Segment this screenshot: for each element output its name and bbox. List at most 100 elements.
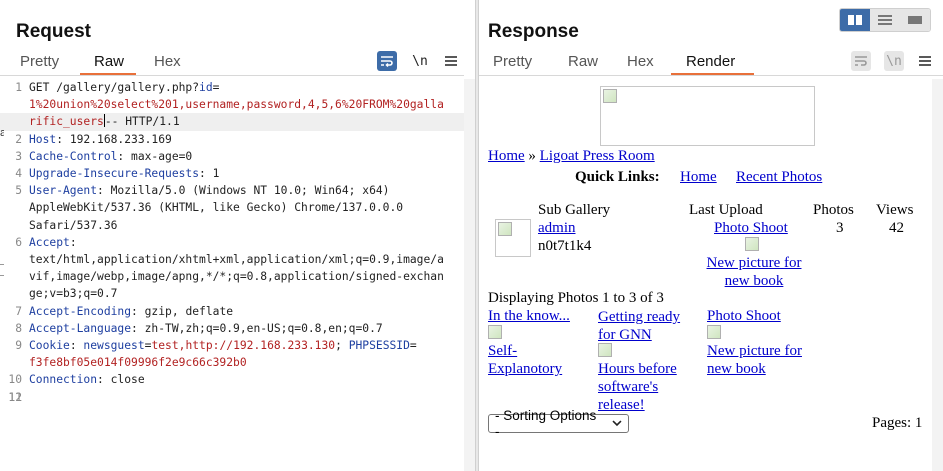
banner-image-broken xyxy=(600,86,815,146)
response-menu-button[interactable] xyxy=(915,51,935,71)
chevron-down-icon xyxy=(612,420,622,427)
plain-token: ge;v=b3;q=0.7 xyxy=(29,287,118,301)
layout-split-horizontal-button[interactable] xyxy=(840,9,870,31)
quick-link-home[interactable]: Home xyxy=(680,169,717,186)
header-last-upload: Last Upload xyxy=(689,202,763,218)
single-pane-icon xyxy=(908,16,922,24)
request-title: Request xyxy=(16,21,91,42)
request-line[interactable]: 9 Cookie: newsguest = test,http://192.168.2… xyxy=(0,337,464,354)
photo-2-title[interactable]: Getting ready for GNN xyxy=(598,308,698,344)
left-edge-fragment-box xyxy=(0,264,4,276)
broken-image-icon xyxy=(603,89,617,103)
line-number: 3 xyxy=(15,149,22,163)
request-line[interactable]: AppleWebKit/537.36 (KHTML, like Gecko) C… xyxy=(0,199,464,216)
request-tabs-divider xyxy=(0,75,464,76)
response-wrap-lines-button[interactable] xyxy=(851,51,871,71)
request-line[interactable]: rific_users-- HTTP/1.1 xyxy=(0,113,464,131)
request-line[interactable]: 1 GET /gallery/gallery.php?id= xyxy=(0,79,464,96)
line-number: 1 xyxy=(15,81,22,94)
header-name-token: id xyxy=(199,81,213,94)
photo-2-caption[interactable]: Hours before software's release! xyxy=(598,360,698,414)
request-line[interactable]: 5 User-Agent: Mozilla/5.0 (Windows NT 10.… xyxy=(0,182,464,199)
photo-3-caption[interactable]: New picture for new book xyxy=(707,342,817,378)
request-line[interactable]: 4 Upgrade-Insecure-Requests: 1 xyxy=(0,165,464,182)
value-token: 1%20union%20select%201,username,password… xyxy=(29,98,444,112)
plain-token: = xyxy=(409,339,417,353)
request-tab-pretty[interactable]: Pretty xyxy=(20,52,59,76)
photo-3-title[interactable]: Photo Shoot xyxy=(707,308,781,325)
request-editor[interactable]: 1 GET /gallery/gallery.php?id= 1%20union%2… xyxy=(0,79,464,404)
request-tab-hex[interactable]: Hex xyxy=(154,52,181,76)
request-wrap-lines-button[interactable] xyxy=(377,51,397,71)
response-newline-toggle[interactable]: \n xyxy=(884,51,904,71)
sorting-options-value: - Sorting Options - xyxy=(495,407,597,439)
plain-token: : xyxy=(69,235,77,249)
breadcrumb-home-link[interactable]: Home xyxy=(488,148,525,164)
header-name-token: PHPSESSID xyxy=(348,339,410,353)
header-sub-gallery: Sub Gallery xyxy=(538,202,611,218)
breadcrumb-site-link[interactable]: Ligoat Press Room xyxy=(540,148,655,164)
response-tabs: Pretty Raw Hex Render xyxy=(479,52,943,76)
gallery-thumbnail-broken[interactable] xyxy=(495,219,531,257)
hamburger-menu-icon xyxy=(919,56,931,66)
quick-link-recent-photos[interactable]: Recent Photos xyxy=(736,169,822,186)
response-tab-raw[interactable]: Raw xyxy=(568,52,598,76)
line-number: 6 xyxy=(15,235,22,249)
plain-token: ; xyxy=(335,339,349,353)
value-token: f3fe8bf05e014f09996f2e9c66c392b0 xyxy=(29,356,247,370)
response-tab-hex[interactable]: Hex xyxy=(627,52,654,76)
header-name-token: Upgrade-Insecure-Requests xyxy=(29,167,200,181)
wrap-lines-icon xyxy=(855,56,867,66)
photos-count: 3 xyxy=(836,220,844,236)
request-line[interactable]: ge;v=b3;q=0.7 xyxy=(0,285,464,302)
request-line[interactable]: 8 Accept-Language: zh-TW,zh;q=0.9,en-US;q… xyxy=(0,320,464,337)
request-line[interactable]: vif,image/webp,image/apng,*/*;q=0.8,appl… xyxy=(0,268,464,285)
plain-token: : 192.168.233.169 xyxy=(56,132,172,146)
response-tabs-divider xyxy=(479,75,943,76)
request-line[interactable]: 7 Accept-Encoding: gzip, deflate xyxy=(0,303,464,320)
response-scrollbar[interactable] xyxy=(932,79,943,471)
split-vertical-icon xyxy=(878,15,892,25)
header-name-token: User-Agent xyxy=(29,184,98,198)
request-line[interactable]: 2 Host: 192.168.233.169 xyxy=(0,131,464,148)
header-name-token: Cache-Control xyxy=(29,149,118,163)
response-title: Response xyxy=(488,21,579,42)
split-horizontal-icon xyxy=(848,15,862,25)
sorting-options-select[interactable]: - Sorting Options - xyxy=(488,408,629,439)
layout-toggle-group xyxy=(839,8,931,32)
rendered-page: Home » Ligoat Press Room Quick Links: Ho… xyxy=(479,79,943,471)
sub-gallery-link[interactable]: admin xyxy=(538,220,576,237)
plain-token: : max-age=0 xyxy=(117,149,193,163)
request-line[interactable]: f3fe8bf05e014f09996f2e9c66c392b0 xyxy=(0,354,464,371)
layout-single-pane-button[interactable] xyxy=(900,9,930,31)
line-number: 8 xyxy=(15,321,22,335)
photo-1-caption[interactable]: Self-Explanotory xyxy=(488,342,584,378)
request-newline-toggle[interactable]: \n xyxy=(410,51,430,71)
quick-links-label: Quick Links: xyxy=(575,169,660,185)
broken-image-icon xyxy=(598,343,612,357)
line-number: 10 xyxy=(8,373,22,387)
request-line[interactable]: 1%20union%20select%201,username,password… xyxy=(0,96,464,113)
wrap-lines-icon xyxy=(381,56,393,67)
plain-token: : zh-TW,zh;q=0.9,en-US;q=0.8,en;q=0.7 xyxy=(131,321,383,335)
plain-token: : 1 xyxy=(199,167,220,181)
pages-indicator: Pages: 1 xyxy=(872,415,923,431)
value-token: rific_users xyxy=(29,115,104,129)
request-line[interactable]: Safari/537.36 xyxy=(0,217,464,234)
last-upload-link[interactable]: Photo Shoot xyxy=(714,220,788,237)
layout-split-vertical-button[interactable] xyxy=(870,9,900,31)
header-photos: Photos xyxy=(813,202,854,218)
request-line[interactable]: 6 Accept: xyxy=(0,234,464,251)
line-number: 5 xyxy=(15,184,22,198)
response-tab-pretty[interactable]: Pretty xyxy=(493,52,532,76)
header-name-token: Accept xyxy=(29,235,70,249)
photo-1-title[interactable]: In the know... xyxy=(488,308,570,325)
request-line[interactable]: text/html,application/xhtml+xml,applicat… xyxy=(0,251,464,268)
request-line[interactable]: 10 Connection: close xyxy=(0,371,464,388)
broken-image-icon xyxy=(745,237,759,251)
request-line[interactable]: 3 Cache-Control: max-age=0 xyxy=(0,148,464,165)
plain-token: AppleWebKit/537.36 (KHTML, like Gecko) C… xyxy=(29,201,404,215)
last-upload-caption[interactable]: New picture for new book xyxy=(701,254,807,290)
request-scrollbar[interactable] xyxy=(464,79,475,471)
request-menu-button[interactable] xyxy=(441,51,461,71)
